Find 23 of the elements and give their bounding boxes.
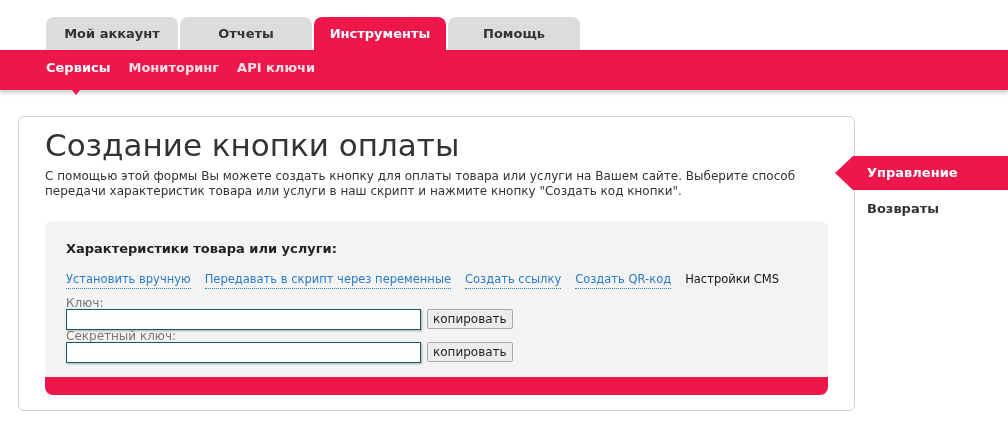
nav-tab[interactable]: Помощь	[448, 17, 580, 50]
side-menu-item[interactable]: Возвраты	[835, 192, 1008, 226]
mode-link[interactable]: Установить вручную	[66, 270, 191, 289]
subnav-link[interactable]: Мониторинг	[128, 58, 220, 82]
subnav-link[interactable]: Сервисы	[46, 58, 111, 82]
mode-link[interactable]: Создать QR-код	[575, 270, 672, 289]
nav-tab[interactable]: Отчеты	[180, 17, 312, 50]
side-menu-item[interactable]: Управление	[835, 156, 1008, 190]
input-field[interactable]	[66, 308, 421, 330]
form-heading: Характеристики товара или услуги:	[66, 240, 338, 258]
field-label: Секретный ключ:	[66, 329, 178, 342]
copy-button[interactable]: копировать	[427, 309, 513, 330]
page-description: С помощью этой формы Вы можете создать кнопку для оплаты товара или услуги на Вашем сайте. Выберите способ передачи характеристик товара или услуги в наш скрипт и нажмите кнопку "Создать код кнопки".	[45, 169, 797, 199]
mode-link[interactable]: Настройки CMS	[685, 270, 780, 289]
copy-button[interactable]: копировать	[427, 342, 513, 363]
input-field[interactable]	[66, 341, 421, 363]
subnav-link[interactable]: API ключи	[237, 58, 316, 82]
nav-tab[interactable]: Мой аккаунт	[46, 17, 178, 50]
mode-link[interactable]: Создать ссылку	[465, 270, 562, 289]
nav-tab[interactable]: Инструменты	[314, 17, 446, 50]
mode-link[interactable]: Передавать в скрипт через переменные	[204, 270, 452, 289]
page-title: Создание кнопки оплаты	[45, 126, 461, 165]
field-label: Ключ:	[66, 296, 105, 309]
